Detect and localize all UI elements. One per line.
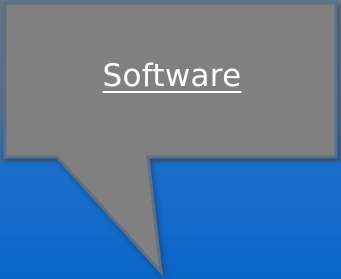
- software-link[interactable]: Software: [72, 58, 272, 94]
- slide-canvas: Software: [0, 0, 341, 279]
- callout-shape: [3, 1, 338, 277]
- speech-bubble-callout[interactable]: [0, 0, 341, 279]
